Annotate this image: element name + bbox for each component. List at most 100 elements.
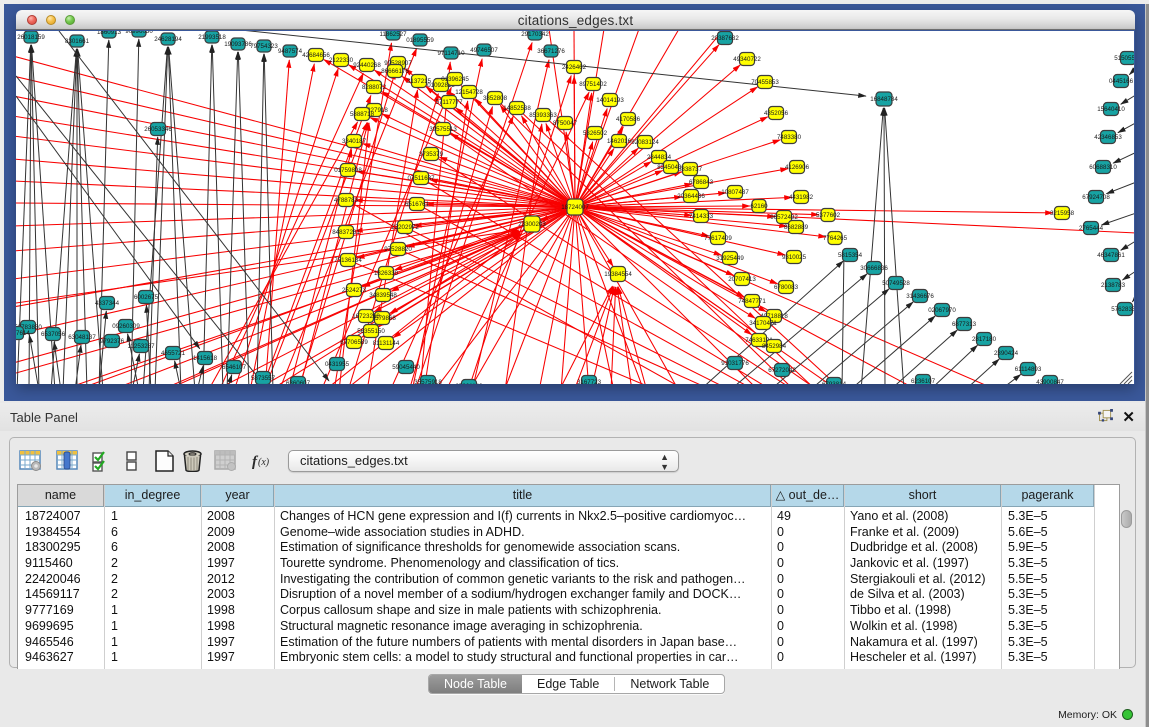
svg-text:(x): (x): [258, 457, 270, 468]
svg-text:20707413: 20707413: [728, 276, 756, 283]
svg-text:22202972: 22202972: [391, 224, 419, 231]
svg-text:2138783: 2138783: [1101, 282, 1126, 289]
svg-text:14014193: 14014193: [596, 97, 624, 104]
svg-text:92083124: 92083124: [631, 139, 659, 146]
svg-text:29170342: 29170342: [521, 31, 549, 38]
svg-text:15640410: 15640410: [1097, 106, 1125, 113]
svg-text:2390424: 2390424: [994, 350, 1019, 357]
svg-text:85393363: 85393363: [529, 112, 557, 119]
svg-text:59045440: 59045440: [392, 364, 420, 371]
svg-text:11862527: 11862527: [379, 31, 407, 38]
svg-text:6793814: 6793814: [822, 381, 847, 384]
svg-text:89751402: 89751402: [579, 81, 607, 88]
svg-text:7483380: 7483380: [777, 134, 802, 141]
svg-text:3167723: 3167723: [577, 379, 602, 384]
svg-text:5377602: 5377602: [816, 212, 841, 219]
svg-text:91031776: 91031776: [721, 360, 749, 367]
svg-text:7414333: 7414333: [689, 213, 714, 220]
svg-text:07511637: 07511637: [407, 175, 435, 182]
svg-text:84837261: 84837261: [332, 229, 360, 236]
svg-text:3215958: 3215958: [1050, 210, 1075, 217]
svg-text:12154728: 12154728: [455, 89, 483, 96]
svg-text:6546107: 6546107: [222, 364, 247, 371]
svg-text:5888718: 5888718: [350, 111, 375, 118]
svg-text:87706589: 87706589: [340, 339, 368, 346]
svg-text:14852538: 14852538: [503, 105, 531, 112]
svg-text:3852808: 3852808: [483, 95, 508, 102]
svg-text:0431955: 0431955: [325, 361, 350, 368]
svg-text:40037614: 40037614: [16, 330, 30, 337]
svg-text:01396245: 01396245: [441, 76, 469, 83]
svg-text:6877313: 6877313: [952, 321, 977, 328]
svg-text:2817180: 2817180: [972, 336, 997, 343]
svg-text:09260309: 09260309: [112, 323, 140, 330]
svg-text:11253287: 11253287: [127, 343, 155, 350]
svg-text:74847771: 74847771: [738, 298, 766, 305]
svg-text:31925449: 31925449: [716, 255, 744, 262]
svg-text:30666836: 30666836: [860, 265, 888, 272]
svg-text:34839548: 34839548: [369, 292, 397, 299]
svg-text:57117777: 57117777: [435, 99, 463, 106]
svg-text:61114893: 61114893: [1015, 366, 1042, 373]
svg-text:1462016: 1462016: [607, 138, 632, 145]
svg-text:8750047: 8750047: [553, 120, 578, 127]
svg-text:70455853: 70455853: [751, 79, 779, 86]
svg-text:4170586: 4170586: [616, 116, 641, 123]
svg-text:16723268: 16723268: [352, 313, 380, 320]
svg-text:20387682: 20387682: [711, 35, 739, 42]
svg-text:39575513: 39575513: [429, 126, 457, 133]
svg-text:46347861: 46347861: [1097, 252, 1125, 259]
svg-text:19093786: 19093786: [224, 41, 252, 48]
svg-text:60688310: 60688310: [1089, 164, 1117, 171]
svg-text:75136134: 75136134: [334, 257, 362, 264]
svg-text:2524273: 2524273: [342, 287, 367, 294]
svg-text:31436676: 31436676: [906, 293, 934, 300]
svg-text:3735379: 3735379: [419, 151, 444, 158]
svg-text:2426462: 2426462: [562, 64, 587, 71]
svg-text:86666176: 86666176: [381, 68, 409, 75]
svg-text:50749528: 50749528: [882, 280, 910, 287]
svg-text:26018159: 26018159: [17, 34, 45, 41]
svg-text:24628194: 24628194: [154, 36, 182, 43]
svg-text:5326502: 5326502: [583, 130, 608, 137]
svg-text:36671276: 36671276: [537, 48, 565, 55]
svg-text:9487574: 9487574: [278, 48, 303, 55]
svg-text:92440268: 92440268: [353, 62, 381, 69]
svg-text:35575918: 35575918: [414, 379, 442, 384]
svg-text:4655721: 4655721: [161, 350, 186, 357]
svg-text:49746507: 49746507: [470, 47, 498, 54]
svg-text:9310025: 9310025: [782, 254, 807, 261]
svg-text:4337344: 4337344: [95, 300, 120, 307]
svg-text:97114710: 97114710: [437, 50, 465, 57]
svg-text:21993518: 21993518: [198, 34, 226, 41]
svg-text:3340187: 3340187: [342, 138, 367, 145]
svg-text:4431982: 4431982: [789, 194, 814, 201]
svg-text:90996030: 90996030: [125, 31, 153, 35]
svg-text:8452984: 8452984: [762, 343, 787, 350]
svg-text:81131144: 81131144: [373, 340, 400, 347]
svg-text:67924708: 67924708: [1082, 194, 1110, 201]
svg-text:51505561: 51505561: [1114, 55, 1134, 62]
svg-text:2122330: 2122330: [329, 57, 354, 64]
svg-text:5815354: 5815354: [838, 252, 863, 259]
svg-text:6786843: 6786843: [689, 179, 714, 186]
svg-text:10807487: 10807487: [721, 189, 749, 196]
svg-text:49340722: 49340722: [733, 56, 761, 63]
svg-text:43900847: 43900847: [1036, 379, 1064, 384]
svg-text:16848784: 16848784: [870, 96, 898, 103]
svg-text:6780083: 6780083: [774, 284, 799, 291]
svg-text:4352056: 4352056: [764, 110, 789, 117]
svg-text:8682889: 8682889: [784, 224, 809, 231]
svg-text:1860913: 1860913: [97, 31, 122, 36]
svg-text:02067970: 02067970: [928, 307, 956, 314]
svg-text:67272042: 67272042: [768, 367, 796, 374]
svg-text:5873557: 5873557: [251, 375, 276, 382]
svg-text:19384554: 19384554: [604, 271, 632, 278]
svg-text:01759898: 01759898: [334, 167, 362, 174]
svg-text:63048137: 63048137: [68, 334, 96, 341]
svg-text:8838737: 8838737: [678, 166, 703, 173]
svg-text:8288072: 8288072: [362, 84, 387, 91]
svg-text:20364436: 20364436: [677, 193, 705, 200]
svg-text:4788783: 4788783: [334, 197, 359, 204]
svg-text:56355150: 56355150: [357, 328, 385, 335]
